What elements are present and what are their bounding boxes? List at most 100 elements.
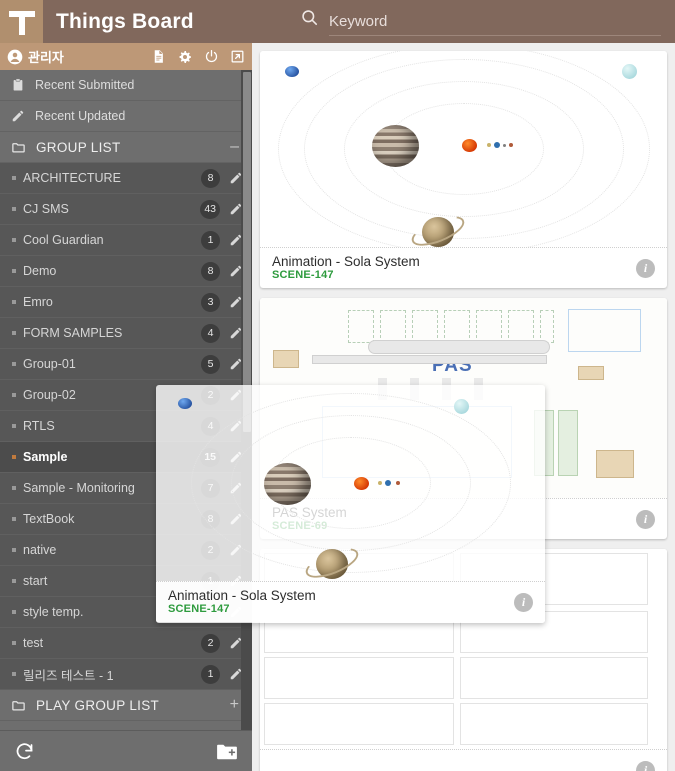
group-list-item[interactable]: style temp. 3: [0, 597, 252, 628]
app-logo[interactable]: [0, 0, 43, 43]
rack-block: [540, 310, 554, 343]
user-bar: 관리자: [0, 43, 252, 70]
bullet-icon: [12, 672, 16, 676]
chart-panel: [460, 703, 648, 745]
folder-icon: [11, 140, 26, 155]
sidebar-scrollbar[interactable]: [241, 70, 252, 730]
pallet: [578, 366, 604, 380]
group-count-badge: 2: [201, 540, 220, 560]
group-name: ARCHITECTURE: [23, 171, 121, 185]
sidebar-scroll-area: Recent Submitted Recent Updated GROUP LI…: [0, 70, 252, 730]
sidebar-section-label: GROUP LIST: [36, 139, 121, 155]
sidebar-scrollbar-thumb[interactable]: [243, 72, 251, 432]
bullet-icon: [12, 517, 16, 521]
group-name: Group-02: [23, 388, 76, 402]
collapse-icon[interactable]: –: [230, 139, 241, 155]
rack-block: [444, 310, 470, 343]
chart-panel: [264, 553, 454, 605]
group-list-item[interactable]: Group-01 5: [0, 349, 252, 380]
blue-zone: [568, 309, 641, 352]
group-list-item[interactable]: TextBook 8: [0, 504, 252, 535]
sidebar-section-label: PLAY GROUP LIST: [36, 697, 160, 713]
unit: [410, 378, 419, 400]
search-input[interactable]: [329, 12, 661, 36]
card-title: PAS System: [272, 504, 347, 520]
bullet-icon: [12, 207, 16, 211]
rack-block: [380, 310, 406, 343]
group-name: Sample: [23, 450, 68, 464]
group-list-item[interactable]: Demo 8: [0, 256, 252, 287]
group-list-item[interactable]: RTLS 4: [0, 411, 252, 442]
rack-block: [412, 310, 438, 343]
group-list-item[interactable]: test 2: [0, 628, 252, 659]
group-list-item[interactable]: ARCHITECTURE 8: [0, 163, 252, 194]
bullet-icon: [12, 548, 16, 552]
group-name: 릴리즈 테스트 - 1: [23, 668, 114, 683]
add-folder-icon[interactable]: [216, 743, 238, 760]
group-list-item[interactable]: native 2: [0, 535, 252, 566]
group-name: Cool Guardian: [23, 233, 104, 247]
group-name: Emro: [23, 295, 53, 309]
group-name: Group-01: [23, 357, 76, 371]
sidebar-section-group-list[interactable]: GROUP LIST –: [0, 132, 252, 163]
planet-uranus: [622, 64, 637, 79]
group-list-item[interactable]: CJ SMS 43: [0, 194, 252, 225]
info-icon[interactable]: i: [636, 509, 655, 529]
group-count-badge: 7: [201, 478, 220, 498]
sidebar-item-recent-submitted[interactable]: Recent Submitted: [0, 70, 252, 101]
group-list-item[interactable]: Group-02 2: [0, 380, 252, 411]
group-list-item[interactable]: Sample 15: [0, 442, 252, 473]
group-count-badge: 8: [201, 261, 220, 281]
card-footer: i: [260, 749, 667, 771]
group-count-badge: 1: [201, 230, 220, 250]
info-icon[interactable]: i: [636, 760, 655, 771]
card-preview: [260, 51, 667, 247]
group-count-badge: 1: [201, 664, 220, 684]
group-count-badge: 1: [201, 571, 220, 591]
group-list-item[interactable]: FORM SAMPLES 4: [0, 318, 252, 349]
chart-panel: [460, 657, 648, 699]
sidebar-section-play-group-list[interactable]: PLAY GROUP LIST +: [0, 690, 252, 721]
group-list-item[interactable]: 릴리즈 테스트 - 1 1: [0, 659, 252, 690]
bullet-icon: [12, 362, 16, 366]
power-icon[interactable]: [204, 49, 219, 64]
external-link-icon[interactable]: [230, 49, 245, 64]
gear-icon[interactable]: [177, 49, 193, 65]
group-count-badge: 2: [201, 633, 220, 653]
group-name: FORM SAMPLES: [23, 326, 123, 340]
group-name: Demo: [23, 264, 57, 278]
card-animation-sola-system[interactable]: Animation - Sola System SCENE-147 i: [260, 51, 667, 288]
card-dashboard[interactable]: i: [260, 549, 667, 771]
bullet-icon: [12, 300, 16, 304]
planet-mars: [509, 143, 513, 147]
document-icon[interactable]: [151, 49, 166, 64]
sidebar-footer: [0, 730, 252, 771]
refresh-icon[interactable]: [14, 741, 35, 762]
group-list-item[interactable]: start 1: [0, 566, 252, 597]
blue-zone: [322, 406, 512, 478]
card-pas-system[interactable]: PAS PAS System SCENE-69 i: [260, 298, 667, 539]
sidebar-item-recent-updated[interactable]: Recent Updated: [0, 101, 252, 132]
group-list-item[interactable]: Cool Guardian 1: [0, 225, 252, 256]
bullet-icon: [12, 579, 16, 583]
pencil-icon: [11, 109, 25, 123]
account-circle-icon: [7, 49, 23, 65]
group-list-item[interactable]: Emro 3: [0, 287, 252, 318]
planet-moon: [503, 144, 506, 147]
info-icon[interactable]: i: [636, 258, 655, 278]
group-list-item[interactable]: Sample - Monitoring 7: [0, 473, 252, 504]
group-count-badge: 2: [201, 385, 220, 405]
group-name: TextBook: [23, 512, 75, 526]
bullet-icon: [12, 269, 16, 273]
clipboard-icon: [11, 78, 25, 92]
unit: [378, 378, 387, 400]
group-count-badge: 3: [201, 602, 220, 622]
sidebar: Things Board 관리자 Recent Submitted Recent…: [0, 0, 252, 771]
search-bar: [300, 8, 675, 36]
dashboard-charts: [260, 549, 667, 749]
group-count-badge: 8: [201, 168, 220, 188]
card-footer: Animation - Sola System SCENE-147 i: [260, 247, 667, 288]
bullet-icon: [12, 331, 16, 335]
add-play-group-icon[interactable]: +: [230, 697, 241, 713]
planet-venus: [487, 143, 491, 147]
